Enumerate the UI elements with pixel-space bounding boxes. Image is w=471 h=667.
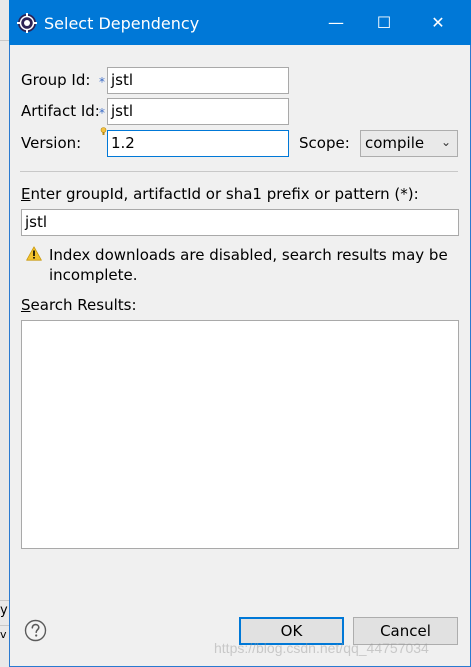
required-marker: *: [99, 75, 105, 89]
window-title: Select Dependency: [44, 14, 200, 33]
content-assist-icon: [100, 127, 107, 135]
separator: [20, 171, 458, 172]
search-results-list[interactable]: [21, 320, 459, 549]
group-id-label: Group Id:: [21, 71, 91, 89]
close-icon: ✕: [431, 13, 445, 32]
artifact-id-label: Artifact Id:: [21, 102, 100, 120]
version-field[interactable]: 1.2: [107, 130, 289, 157]
background-window-edge: y v: [0, 0, 9, 667]
chevron-down-icon: ⌄: [440, 135, 451, 149]
scope-label: Scope:: [299, 134, 350, 152]
eclipse-app-icon: [17, 13, 37, 33]
mnemonic: S: [21, 296, 31, 314]
warning-icon: [26, 246, 42, 261]
maximize-icon: ☐: [376, 13, 392, 32]
help-icon[interactable]: [24, 619, 47, 642]
search-prompt: Enter groupId, artifactId or sha1 prefix…: [21, 185, 419, 203]
background-text: v: [0, 628, 7, 641]
scope-select-value: compile: [365, 134, 425, 152]
search-input[interactable]: jstl: [21, 209, 459, 236]
version-label: Version:: [21, 134, 82, 152]
background-text: y: [0, 603, 8, 618]
search-results-label-text: earch Results:: [30, 296, 137, 314]
close-button[interactable]: ✕: [413, 0, 463, 45]
maximize-button[interactable]: ☐: [359, 0, 409, 45]
minimize-button[interactable]: —: [311, 0, 361, 45]
watermark: https://blog.csdn.net/qq_44757034: [214, 640, 429, 656]
scope-select[interactable]: compile ⌄: [360, 130, 458, 157]
warning-text-line2: incomplete.: [49, 266, 138, 284]
artifact-id-field[interactable]: jstl: [107, 98, 289, 125]
required-marker: *: [99, 106, 105, 120]
group-id-field[interactable]: jstl: [107, 67, 289, 94]
minimize-icon: —: [328, 13, 344, 32]
warning-text-line1: Index downloads are disabled, search res…: [49, 246, 448, 264]
search-prompt-text: nter groupId, artifactId or sha1 prefix …: [30, 185, 419, 203]
title-bar: Select Dependency — ☐ ✕: [9, 0, 471, 45]
search-results-label: Search Results:: [21, 296, 137, 314]
